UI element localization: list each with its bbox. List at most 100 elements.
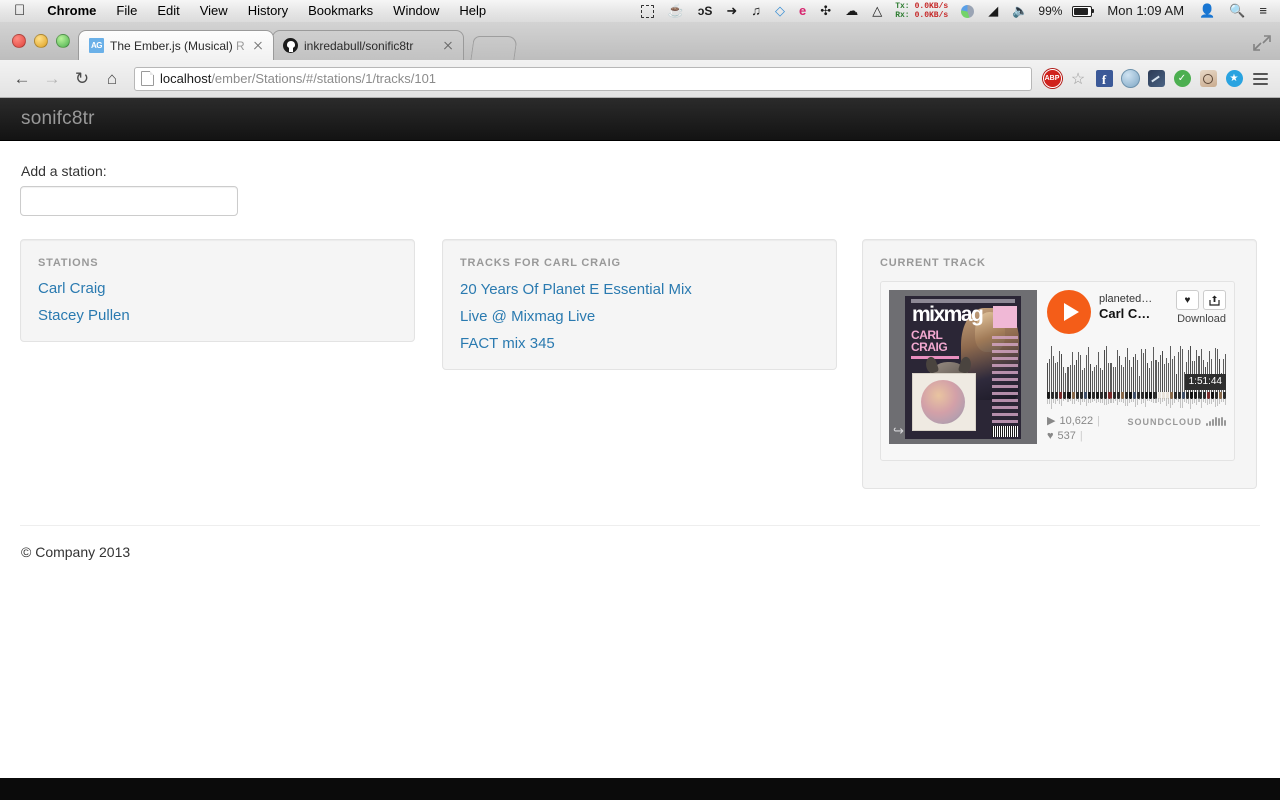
add-station-input[interactable] bbox=[20, 186, 238, 216]
bottom-black-bar bbox=[0, 778, 1280, 800]
address-bar[interactable]: localhost/ember/Stations/#/stations/1/tr… bbox=[134, 66, 1032, 91]
volume-icon[interactable]: 🔈 bbox=[1005, 0, 1035, 22]
dropbox-icon[interactable]: ◇ bbox=[768, 0, 792, 22]
track-link-2[interactable]: Live @ Mixmag Live bbox=[460, 308, 819, 325]
ember-favicon: AG bbox=[89, 38, 104, 53]
share-arrow-icon[interactable]: ↪ bbox=[893, 423, 904, 439]
flight-mode-icon[interactable]: ➜ bbox=[719, 0, 744, 22]
close-tab-icon[interactable] bbox=[441, 39, 455, 53]
artwork-text-column bbox=[992, 336, 1018, 425]
screenshot-selection-icon[interactable] bbox=[634, 4, 661, 18]
rx-value: 0.0KB/s bbox=[914, 11, 949, 20]
page-container: Add a station: STATIONS Carl Craig Stace… bbox=[0, 163, 1280, 560]
artwork-inset-record bbox=[912, 373, 976, 431]
menu-chrome[interactable]: Chrome bbox=[37, 0, 106, 22]
search-icon[interactable]: 🔍 bbox=[1222, 0, 1252, 22]
lastfm-icon[interactable]: ɔS bbox=[691, 0, 720, 22]
soundcloud-brand[interactable]: SOUNDCLOUD bbox=[1128, 417, 1226, 427]
tab-ember-musical[interactable]: AG The Ember.js (Musical) Ref bbox=[78, 30, 274, 60]
tab-title: inkredabull/sonific8tr bbox=[304, 38, 414, 53]
stat-separator: | bbox=[1097, 415, 1100, 427]
tracks-list: 20 Years Of Planet E Essential Mix Live … bbox=[460, 281, 819, 352]
menu-window[interactable]: Window bbox=[383, 0, 449, 22]
site-navbar: sonifc8tr bbox=[0, 98, 1280, 141]
new-tab-button[interactable] bbox=[470, 36, 518, 61]
share-button[interactable] bbox=[1203, 290, 1226, 310]
track-duration-badge: 1:51:44 bbox=[1184, 374, 1226, 390]
play-button[interactable] bbox=[1047, 290, 1091, 334]
caffeine-icon[interactable]: ☕ bbox=[661, 0, 691, 22]
google-drive-icon[interactable]: △ bbox=[865, 0, 889, 22]
forward-arrow-icon[interactable]: → bbox=[38, 65, 66, 93]
station-link-stacey-pullen[interactable]: Stacey Pullen bbox=[38, 307, 397, 324]
chrome-menu-icon[interactable] bbox=[1248, 67, 1272, 91]
home-icon[interactable]: ⌂ bbox=[98, 65, 126, 93]
artwork-barcode bbox=[992, 426, 1018, 437]
adblock-plus-icon[interactable]: ABP bbox=[1040, 67, 1064, 91]
mixmag-carl-craig-artwork[interactable]: mixmag CARL CRAIG ↪ bbox=[889, 290, 1037, 444]
back-arrow-icon[interactable]: ← bbox=[8, 65, 36, 93]
like-count: 537 bbox=[1057, 430, 1076, 442]
track-username[interactable]: planeted… bbox=[1099, 292, 1168, 306]
waveform-mirror-bars bbox=[1047, 398, 1227, 410]
bookmark-star-icon[interactable]: ☆ bbox=[1066, 67, 1090, 91]
track-link-1[interactable]: 20 Years Of Planet E Essential Mix bbox=[460, 281, 819, 298]
cloud-icon[interactable]: ☁ bbox=[838, 0, 865, 22]
station-link-carl-craig[interactable]: Carl Craig bbox=[38, 280, 397, 297]
reload-icon[interactable]: ↻ bbox=[68, 65, 96, 93]
menu-history[interactable]: History bbox=[238, 0, 298, 22]
like-button[interactable]: ♥ bbox=[1176, 290, 1199, 310]
user-icon[interactable]: 👤 bbox=[1192, 0, 1222, 22]
tx-value: 0.0KB/s bbox=[914, 2, 949, 11]
clock[interactable]: Mon 1:09 AM bbox=[1099, 0, 1192, 22]
evernote-web-clipper-icon[interactable]: ✓ bbox=[1170, 67, 1194, 91]
download-link[interactable]: Download bbox=[1177, 313, 1226, 325]
current-track-panel: CURRENT TRACK mixmag CARL CRAIG ↪ planet… bbox=[862, 239, 1257, 489]
pocket-star-icon[interactable]: ★ bbox=[1222, 67, 1246, 91]
fullscreen-button[interactable] bbox=[1252, 34, 1272, 52]
tab-github-sonific8tr[interactable]: inkredabull/sonific8tr bbox=[272, 30, 464, 60]
notification-center-icon[interactable]: ≡ bbox=[1252, 0, 1274, 22]
globe-icon[interactable] bbox=[1118, 67, 1142, 91]
menu-edit[interactable]: Edit bbox=[147, 0, 189, 22]
headphones-icon[interactable]: ♫ bbox=[744, 0, 768, 22]
apple-icon[interactable]:  bbox=[8, 1, 37, 21]
github-favicon bbox=[283, 38, 298, 53]
heart-icon: ♥ bbox=[1047, 430, 1054, 442]
stations-panel: STATIONS Carl Craig Stacey Pullen bbox=[20, 239, 415, 342]
player-header: planeted… Carl C… ♥ Download bbox=[1047, 290, 1226, 342]
rx-label: Rx: bbox=[895, 11, 910, 20]
web-page: sonifc8tr Add a station: STATIONS Carl C… bbox=[0, 98, 1280, 778]
zoom-window-button[interactable] bbox=[56, 34, 70, 48]
facebook-icon[interactable]: f bbox=[1092, 67, 1116, 91]
player-right: planeted… Carl C… ♥ Download 1:51:44 ▶ 1… bbox=[1047, 290, 1227, 452]
waveform[interactable]: 1:51:44 bbox=[1047, 346, 1227, 410]
menubar-status-items: ☕ ɔS ➜ ♫ ◇ e ✣ ☁ △ Tx: 0.0KB/s Rx: 0.0KB/s… bbox=[634, 0, 1280, 22]
battery-icon[interactable] bbox=[1065, 5, 1099, 17]
menu-bookmarks[interactable]: Bookmarks bbox=[298, 0, 383, 22]
browser-toolbar: ← → ↻ ⌂ localhost/ember/Stations/#/stati… bbox=[0, 60, 1280, 98]
instagram-icon[interactable] bbox=[1196, 67, 1220, 91]
window-traffic-lights bbox=[12, 34, 70, 48]
disk-pie-icon[interactable] bbox=[954, 4, 981, 18]
tx-label: Tx: bbox=[895, 2, 910, 11]
site-brand[interactable]: sonifc8tr bbox=[0, 108, 95, 130]
minimize-window-button[interactable] bbox=[34, 34, 48, 48]
menu-view[interactable]: View bbox=[190, 0, 238, 22]
page-info-icon[interactable] bbox=[141, 71, 154, 86]
macos-menubar:  Chrome File Edit View History Bookmark… bbox=[0, 0, 1280, 23]
footer-copyright: © Company 2013 bbox=[21, 544, 131, 560]
close-window-button[interactable] bbox=[12, 34, 26, 48]
current-track-panel-title: CURRENT TRACK bbox=[880, 257, 986, 269]
close-tab-icon[interactable] bbox=[251, 39, 265, 53]
evernote-icon[interactable]: e bbox=[792, 0, 813, 22]
menu-file[interactable]: File bbox=[106, 0, 147, 22]
track-link-3[interactable]: FACT mix 345 bbox=[460, 335, 819, 352]
speedtest-icon[interactable] bbox=[1144, 67, 1168, 91]
track-title[interactable]: Carl C… bbox=[1099, 306, 1168, 322]
stations-panel-title: STATIONS bbox=[38, 257, 99, 269]
play-count-stat: ▶ 10,622 | bbox=[1047, 414, 1100, 429]
menu-help[interactable]: Help bbox=[449, 0, 496, 22]
wifi-icon[interactable]: ◢ bbox=[981, 0, 1005, 22]
moom-icon[interactable]: ✣ bbox=[813, 0, 838, 22]
